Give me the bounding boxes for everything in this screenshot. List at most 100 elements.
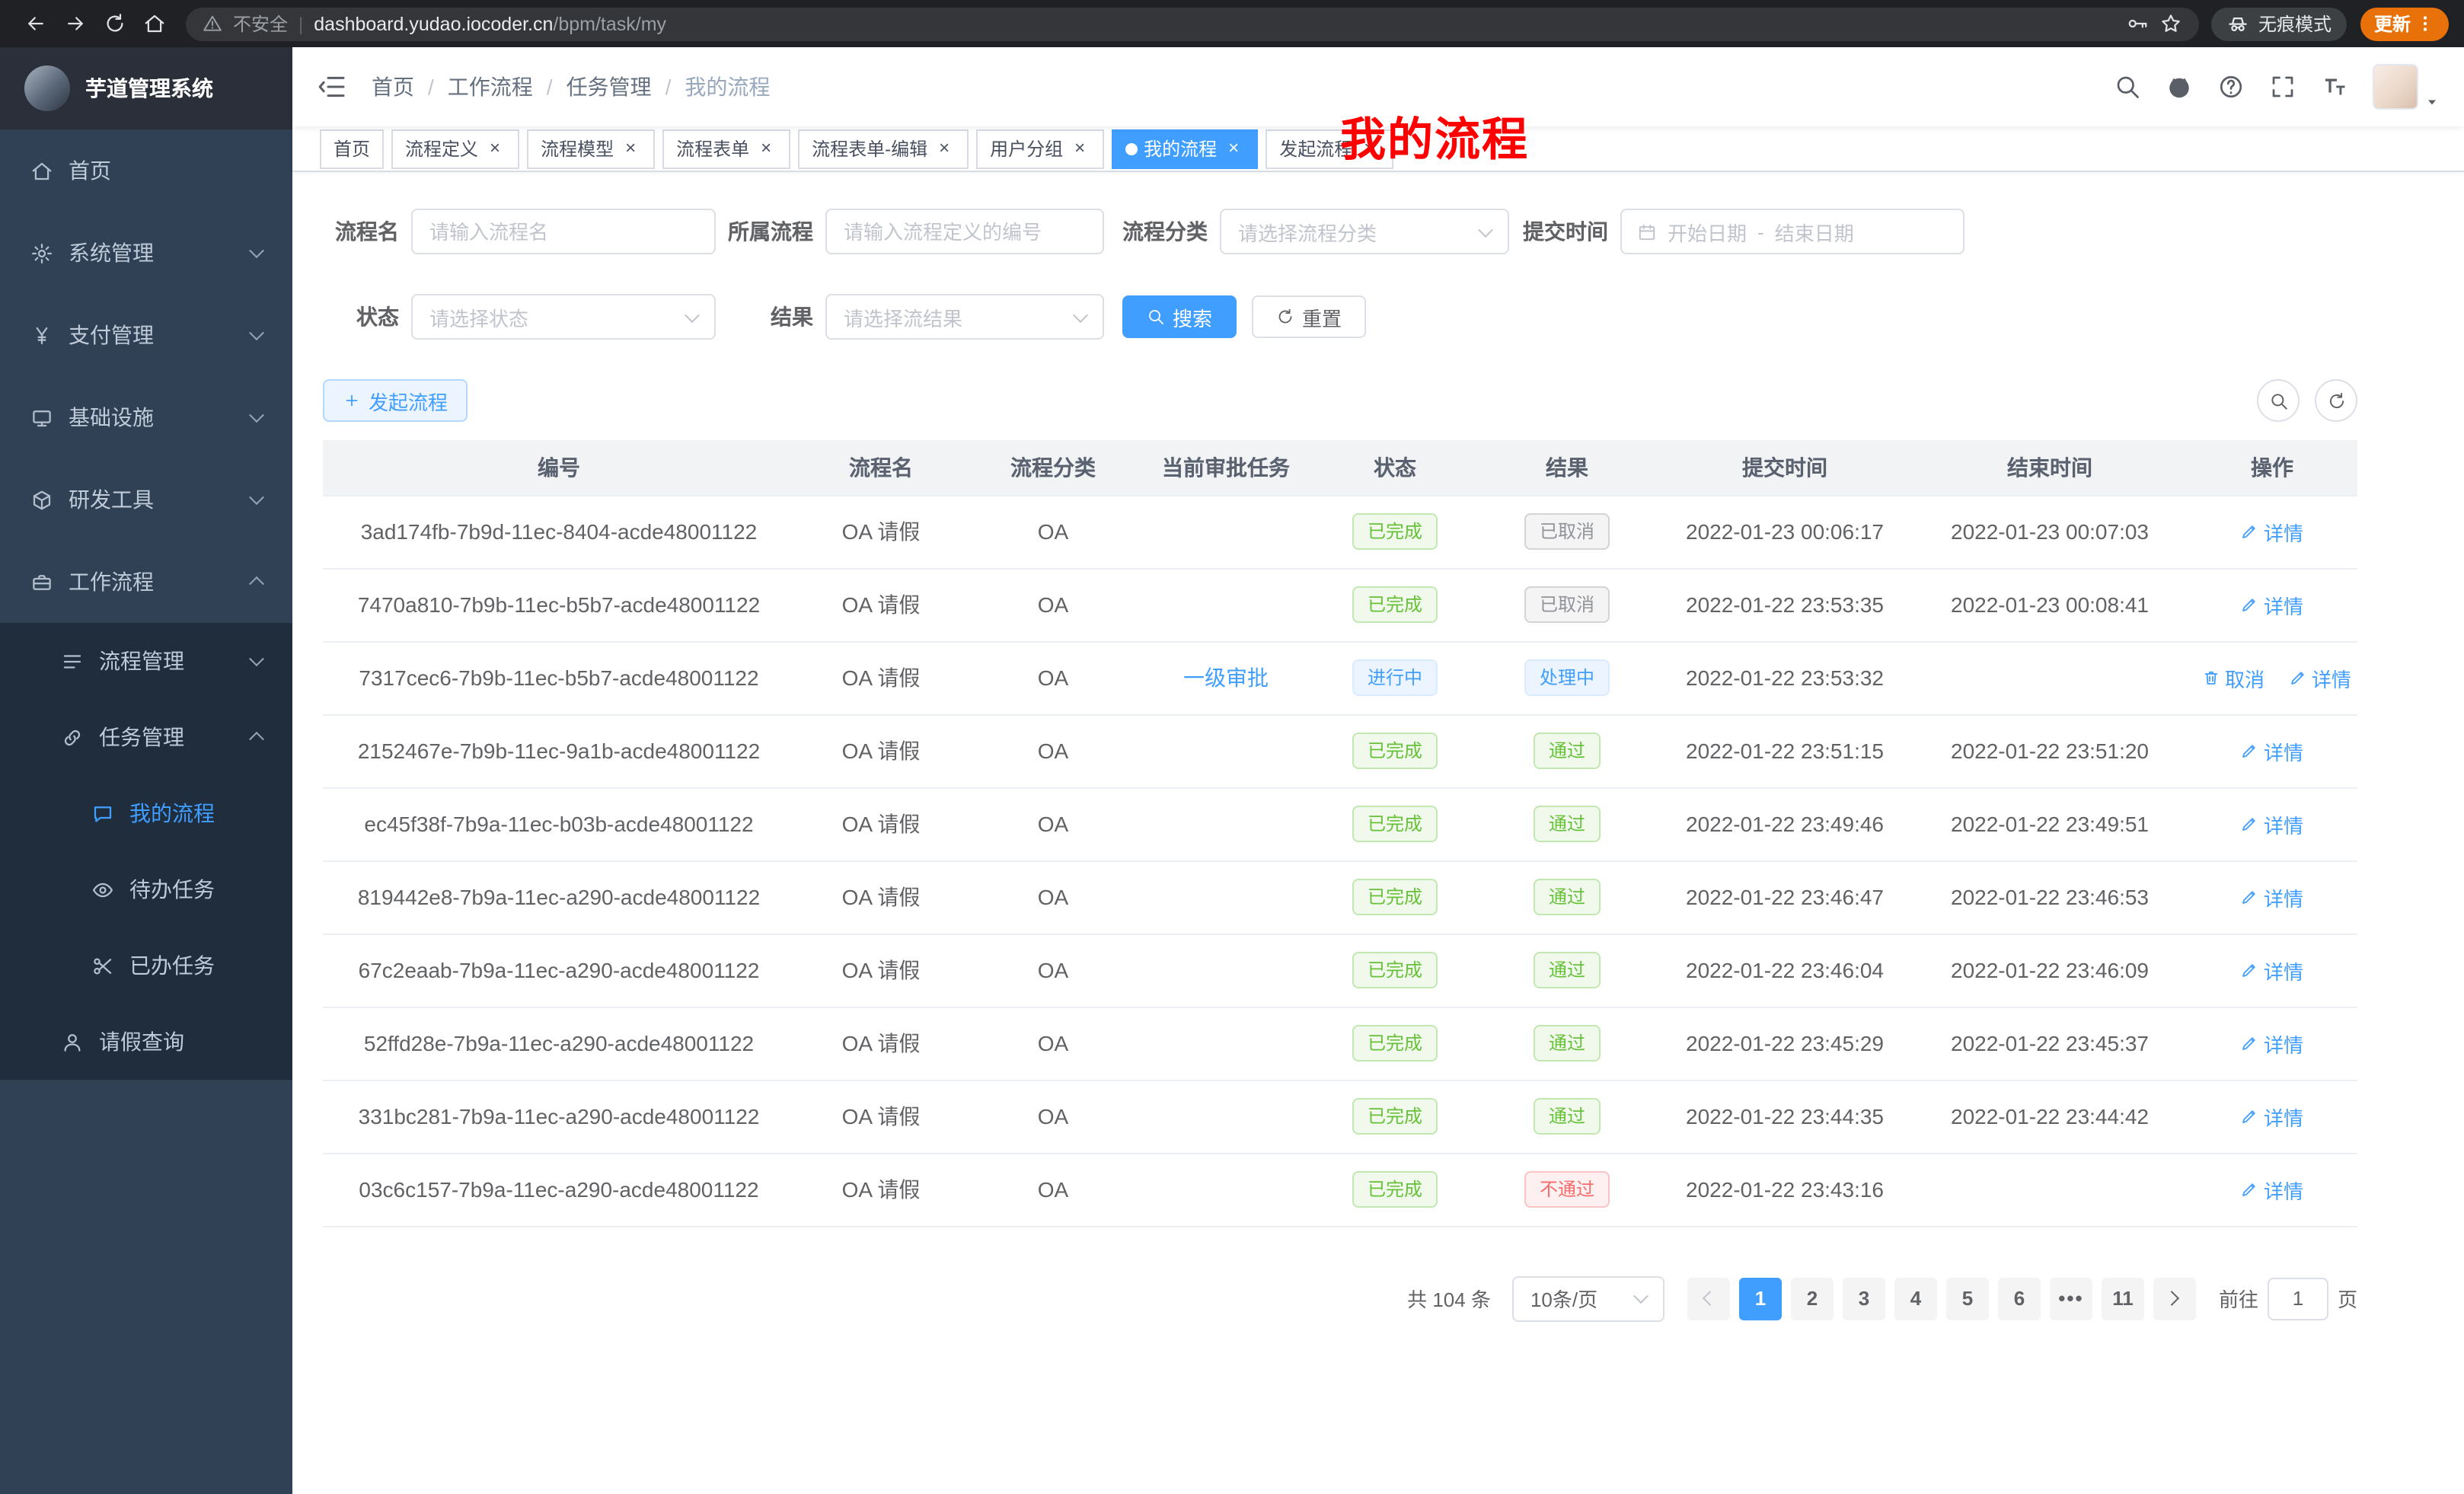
close-icon[interactable] xyxy=(484,138,506,159)
sidebar-item-payment[interactable]: 支付管理 xyxy=(0,294,292,376)
sidebar-item-devtools[interactable]: 研发工具 xyxy=(0,458,292,541)
sidebar-item-todo-tasks[interactable]: 待办任务 xyxy=(0,851,292,927)
detail-action[interactable]: 详情 xyxy=(2241,590,2303,619)
detail-action[interactable]: 详情 xyxy=(2241,1029,2303,1058)
address-bar[interactable]: 不安全 | dashboard.yudao.iocoder.cn/bpm/tas… xyxy=(186,7,2199,40)
close-icon[interactable] xyxy=(1223,138,1244,159)
page-button[interactable]: 2 xyxy=(1791,1277,1834,1320)
chrome-update-button[interactable]: 更新 xyxy=(2360,7,2449,40)
refresh-table-button[interactable] xyxy=(2315,379,2357,422)
forward-button[interactable] xyxy=(55,4,94,43)
prev-page-button[interactable] xyxy=(1687,1277,1730,1320)
current-task-link[interactable]: 一级审批 xyxy=(1183,666,1269,690)
box-icon xyxy=(30,488,53,511)
sidebar-item-process-management[interactable]: 流程管理 xyxy=(0,623,292,699)
github-icon[interactable] xyxy=(2166,73,2193,101)
sidebar-item-my-process[interactable]: 我的流程 xyxy=(0,775,292,851)
detail-action[interactable]: 详情 xyxy=(2241,883,2303,911)
detail-action[interactable]: 详情 xyxy=(2241,956,2303,985)
hamburger-icon[interactable] xyxy=(317,72,347,102)
status-tag: 已完成 xyxy=(1352,1025,1438,1061)
detail-action[interactable]: 详情 xyxy=(2241,809,2303,838)
close-icon[interactable] xyxy=(1358,138,1380,159)
sidebar-menu: 首页 系统管理 支付管理 基础设施 xyxy=(0,129,292,1080)
fullscreen-icon[interactable] xyxy=(2269,73,2296,101)
tab[interactable]: 流程表单 xyxy=(662,129,790,168)
page-button[interactable]: 1 xyxy=(1739,1277,1782,1320)
detail-action[interactable]: 详情 xyxy=(2241,1175,2303,1204)
category-label: 流程分类 xyxy=(1122,216,1208,247)
sidebar-item-workflow[interactable]: 工作流程 xyxy=(0,541,292,623)
font-size-icon[interactable] xyxy=(2321,73,2348,101)
tab[interactable]: 流程定义 xyxy=(391,129,519,168)
current-task-cell xyxy=(1139,934,1313,1007)
page-button[interactable]: 3 xyxy=(1843,1277,1885,1320)
tab[interactable]: 用户分组 xyxy=(976,129,1104,168)
page-button[interactable]: 6 xyxy=(1998,1277,2041,1320)
close-icon[interactable] xyxy=(620,138,641,159)
breadcrumb-workflow[interactable]: 工作流程 xyxy=(448,72,533,102)
end-time-cell: 2022-01-22 23:44:42 xyxy=(1913,1080,2187,1153)
category-select[interactable]: 请选择流程分类 xyxy=(1220,209,1509,254)
detail-action[interactable]: 详情 xyxy=(2241,1102,2303,1131)
reload-button[interactable] xyxy=(94,4,134,43)
search-button[interactable]: 搜索 xyxy=(1122,295,1237,338)
tab[interactable]: 发起流程 xyxy=(1266,129,1393,168)
process-name-input[interactable] xyxy=(411,209,716,254)
breadcrumb-task-management[interactable]: 任务管理 xyxy=(567,72,652,102)
search-icon[interactable] xyxy=(2114,73,2141,101)
cancel-action[interactable]: 取消 xyxy=(2202,663,2265,692)
create-process-button[interactable]: 发起流程 xyxy=(323,379,468,422)
goto-page-input[interactable] xyxy=(2268,1277,2328,1320)
sidebar-item-task-management[interactable]: 任务管理 xyxy=(0,699,292,775)
actions-cell: 详情 xyxy=(2187,1153,2357,1226)
toggle-search-button[interactable] xyxy=(2257,379,2300,422)
tab[interactable]: 我的流程 xyxy=(1112,129,1258,168)
detail-action[interactable]: 详情 xyxy=(2289,663,2351,692)
reset-button[interactable]: 重置 xyxy=(1252,295,1366,338)
home-button[interactable] xyxy=(134,4,174,43)
briefcase-icon xyxy=(30,570,53,593)
sidebar-item-home[interactable]: 首页 xyxy=(0,129,292,212)
definition-input[interactable] xyxy=(825,209,1104,254)
status-select[interactable]: 请选择状态 xyxy=(411,294,716,340)
close-icon[interactable] xyxy=(755,138,777,159)
tab[interactable]: 流程模型 xyxy=(527,129,655,168)
navbar: 首页 / 工作流程 / 任务管理 / 我的流程 xyxy=(292,47,2464,126)
tab[interactable]: 首页 xyxy=(320,129,384,168)
back-button[interactable] xyxy=(15,4,55,43)
end-time-cell: 2022-01-22 23:49:51 xyxy=(1913,787,2187,860)
breadcrumb-home[interactable]: 首页 xyxy=(372,72,414,102)
submit-time-range-picker[interactable]: 开始日期 - 结束日期 xyxy=(1620,209,1964,254)
sidebar-item-system[interactable]: 系统管理 xyxy=(0,212,292,294)
pagination: 共 104 条 10条/页 1 2 3 xyxy=(323,1275,2357,1321)
current-task-cell xyxy=(1139,787,1313,860)
close-icon[interactable] xyxy=(934,138,955,159)
detail-action[interactable]: 详情 xyxy=(2241,736,2303,765)
sidebar-item-leave-query[interactable]: 请假查询 xyxy=(0,1004,292,1080)
browser-window: 不安全 | dashboard.yudao.iocoder.cn/bpm/tas… xyxy=(0,0,2464,1494)
close-icon[interactable] xyxy=(1069,138,1090,159)
current-task-cell xyxy=(1139,568,1313,641)
next-page-button[interactable] xyxy=(2153,1277,2196,1320)
page-size-select[interactable]: 10条/页 xyxy=(1512,1275,1664,1321)
bookmark-star-icon[interactable] xyxy=(2159,12,2182,35)
page-button[interactable]: 5 xyxy=(1946,1277,1989,1320)
password-key-icon[interactable] xyxy=(2126,12,2149,35)
process-name-cell: OA 请假 xyxy=(795,641,967,714)
user-menu[interactable] xyxy=(2373,64,2440,110)
edit-icon xyxy=(2241,888,2259,906)
tab[interactable]: 流程表单-编辑 xyxy=(798,129,969,168)
result-select[interactable]: 请选择流结果 xyxy=(825,294,1104,340)
sidebar-item-done-tasks[interactable]: 已办任务 xyxy=(0,927,292,1004)
process-category-cell: OA xyxy=(967,787,1139,860)
detail-action[interactable]: 详情 xyxy=(2241,517,2303,546)
sidebar-item-infrastructure[interactable]: 基础设施 xyxy=(0,376,292,458)
chevron-down-icon xyxy=(1073,307,1088,322)
avatar[interactable] xyxy=(2373,64,2418,110)
page-button[interactable]: 11 xyxy=(2102,1277,2144,1320)
page-button[interactable]: ••• xyxy=(2050,1277,2092,1320)
definition-label: 所属流程 xyxy=(728,216,813,247)
help-icon[interactable] xyxy=(2217,73,2245,101)
page-button[interactable]: 4 xyxy=(1894,1277,1937,1320)
